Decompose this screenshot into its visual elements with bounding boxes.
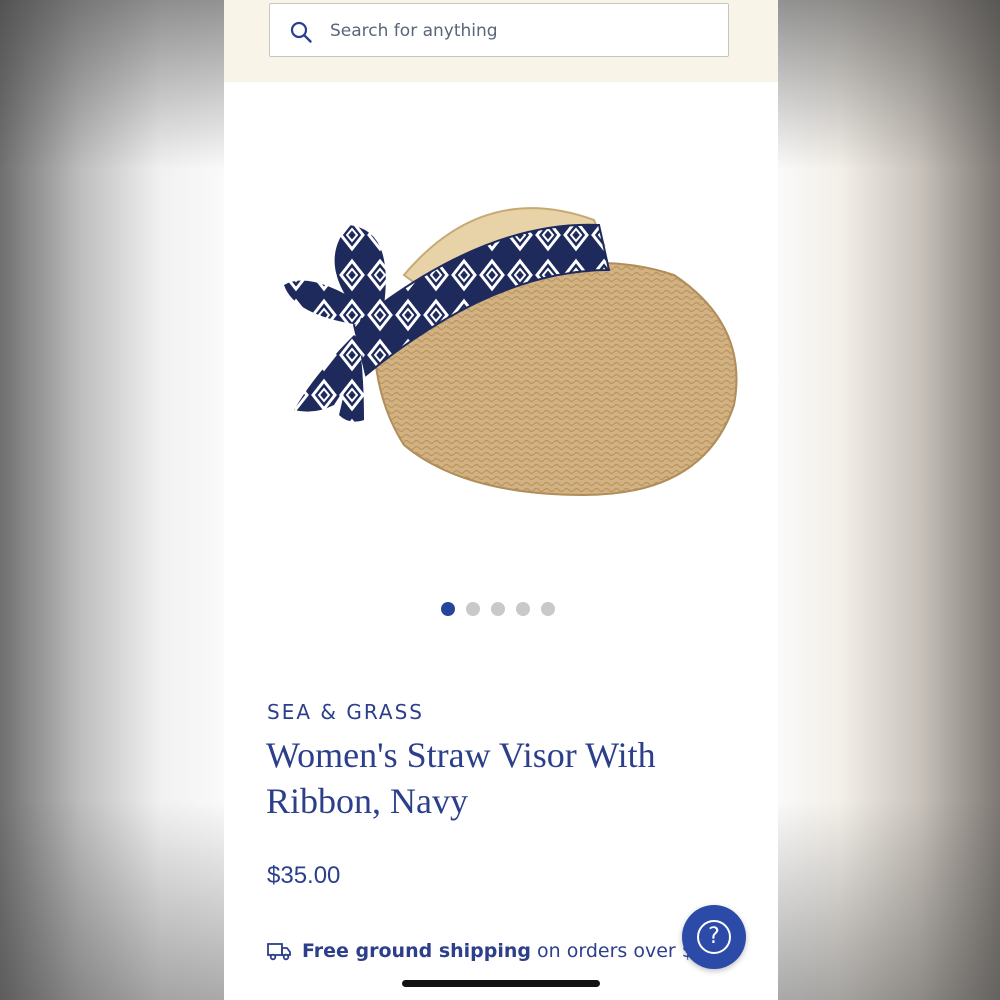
help-button[interactable]: ? bbox=[682, 905, 746, 969]
phone-screen: SEA & GRASS Women's Straw Visor With Rib… bbox=[224, 0, 778, 1000]
image-carousel-dots bbox=[441, 602, 555, 616]
question-icon: ? bbox=[697, 920, 731, 954]
search-bar[interactable] bbox=[269, 3, 729, 57]
home-indicator[interactable] bbox=[402, 980, 600, 987]
search-input[interactable] bbox=[328, 17, 722, 45]
carousel-dot-5[interactable] bbox=[541, 602, 555, 616]
carousel-dot-1[interactable] bbox=[441, 602, 455, 616]
product-image[interactable] bbox=[254, 175, 754, 505]
carousel-dot-4[interactable] bbox=[516, 602, 530, 616]
carousel-dot-3[interactable] bbox=[491, 602, 505, 616]
shipping-notice: Free ground shipping on orders over $95 bbox=[266, 940, 718, 962]
shipping-bold-text: Free ground shipping bbox=[302, 940, 532, 962]
product-brand[interactable]: SEA & GRASS bbox=[267, 700, 424, 724]
product-price: $35.00 bbox=[267, 862, 341, 889]
carousel-dot-2[interactable] bbox=[466, 602, 480, 616]
search-icon bbox=[290, 21, 312, 43]
truck-icon bbox=[267, 943, 291, 961]
product-title: Women's Straw Visor With Ribbon, Navy bbox=[266, 735, 656, 821]
header-bar bbox=[224, 0, 778, 82]
